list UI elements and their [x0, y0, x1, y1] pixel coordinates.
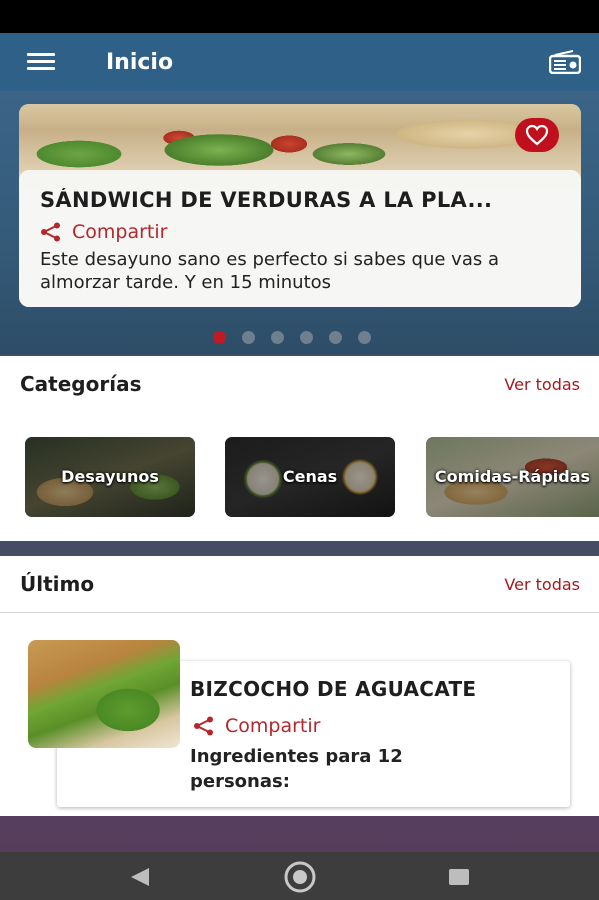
featured-recipe-description: Este desayuno sano es perfecto si sabes …: [40, 249, 499, 293]
heart-icon: [525, 124, 549, 146]
latest-see-all-link[interactable]: Ver todas: [504, 575, 580, 594]
favorite-button[interactable]: [515, 118, 559, 152]
recipe-share-button[interactable]: Compartir: [193, 715, 320, 737]
featured-recipe-card[interactable]: SÁNDWICH DE VERDURAS A LA PLA... Compart…: [19, 104, 581, 307]
categories-see-all-link[interactable]: Ver todas: [504, 375, 580, 394]
app-bar: Inicio: [0, 33, 599, 91]
carousel-dot[interactable]: [329, 331, 342, 344]
share-label: Compartir: [72, 221, 168, 243]
carousel-dot[interactable]: [358, 331, 371, 344]
featured-recipe-info: SÁNDWICH DE VERDURAS A LA PLA... Compart…: [19, 170, 581, 307]
carousel-dot[interactable]: [300, 331, 313, 344]
latest-title: Último: [20, 572, 95, 596]
category-label: Comidas-Rápidas: [434, 467, 591, 486]
carousel-dot[interactable]: [271, 331, 284, 344]
hamburger-menu-icon[interactable]: [27, 53, 55, 71]
categories-list: Desayunos Cenas Comidas-Rápidas: [0, 412, 599, 541]
recipe-title[interactable]: BIZCOCHO DE AGUACATE: [190, 677, 476, 701]
recipe-description: Ingredientes para 12 personas:: [190, 746, 403, 792]
category-label: Desayunos: [61, 467, 159, 486]
radio-icon[interactable]: [548, 50, 582, 75]
back-triangle-icon[interactable]: [129, 867, 151, 887]
carousel-dot[interactable]: [242, 331, 255, 344]
category-tile-comidas-rapidas[interactable]: Comidas-Rápidas: [426, 437, 599, 517]
share-icon: [194, 716, 213, 736]
latest-list: BIZCOCHO DE AGUACATE Compartir Ingredien…: [0, 613, 599, 816]
share-label: Compartir: [225, 715, 321, 737]
categories-title: Categorías: [20, 372, 142, 396]
system-navigation-bar: [0, 852, 599, 900]
latest-header: Último Ver todas: [0, 556, 599, 614]
share-icon: [41, 222, 60, 242]
carousel-indicator: [213, 331, 387, 344]
status-bar: [0, 0, 599, 33]
recipe-thumbnail[interactable]: [28, 640, 180, 748]
home-circle-icon[interactable]: [280, 861, 320, 893]
category-label: Cenas: [282, 467, 338, 486]
share-button[interactable]: Compartir: [40, 221, 167, 243]
categories-header: Categorías Ver todas: [0, 356, 599, 414]
page-title: Inicio: [106, 50, 174, 75]
featured-carousel[interactable]: SÁNDWICH DE VERDURAS A LA PLA... Compart…: [0, 91, 599, 354]
carousel-dot-active[interactable]: [213, 331, 226, 344]
category-tile-desayunos[interactable]: Desayunos: [25, 437, 195, 517]
category-tile-cenas[interactable]: Cenas: [225, 437, 395, 517]
recents-square-icon[interactable]: [448, 868, 470, 886]
featured-recipe-title[interactable]: SÁNDWICH DE VERDURAS A LA PLA...: [40, 188, 560, 212]
